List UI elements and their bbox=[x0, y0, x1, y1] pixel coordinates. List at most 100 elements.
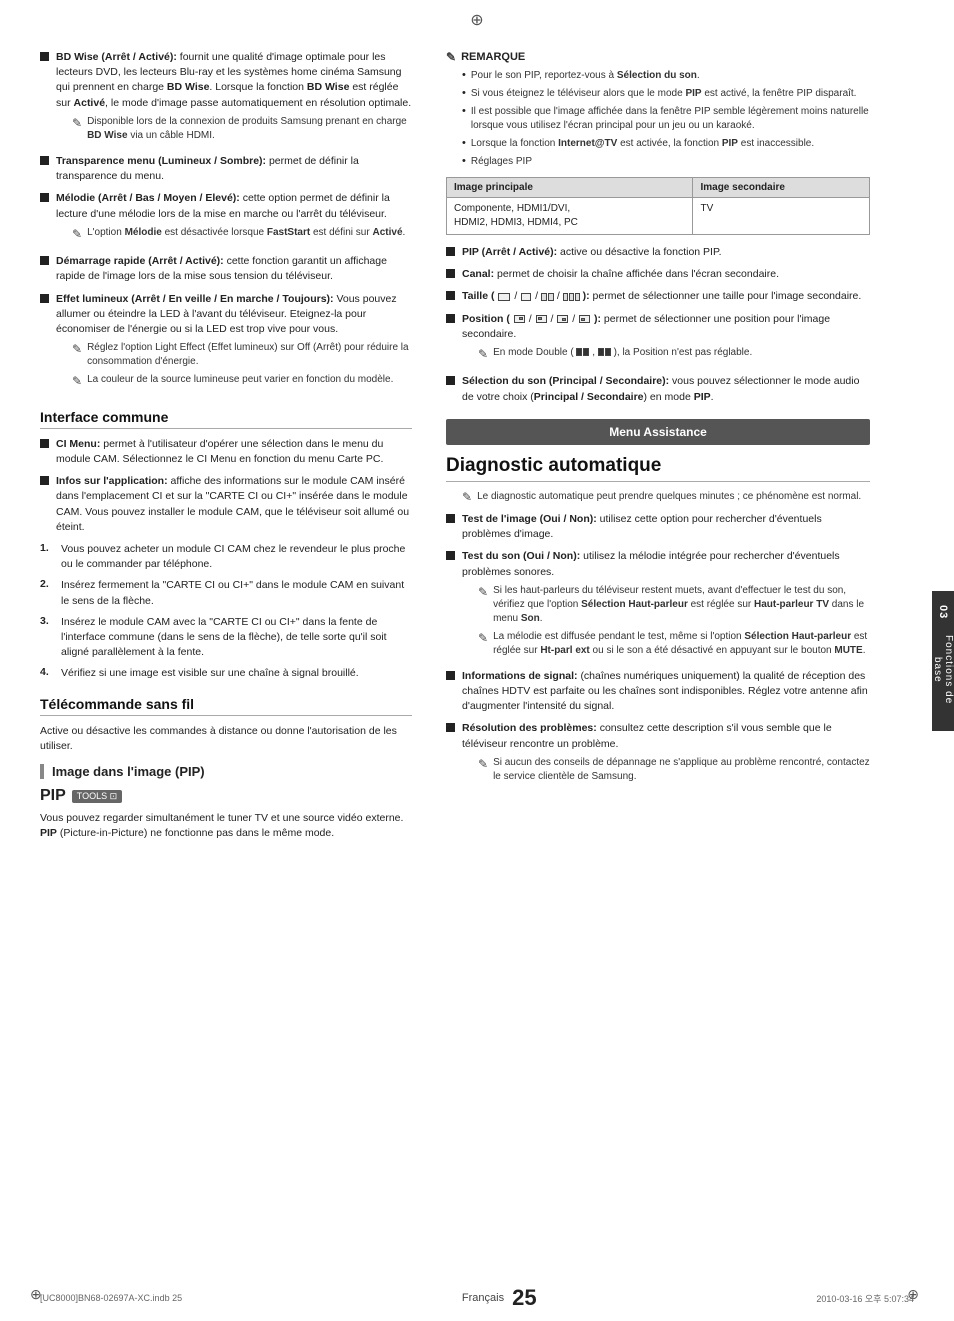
note-pencil-icon: ✎ bbox=[478, 584, 488, 601]
note-item: ✎ L'option Mélodie est désactivée lorsqu… bbox=[72, 226, 412, 243]
info-signal-label: Informations de signal: bbox=[462, 670, 578, 682]
note-pencil-icon: ✎ bbox=[72, 373, 82, 390]
remarque-section: ✎ REMARQUE • Pour le son PIP, reportez-v… bbox=[446, 50, 870, 169]
table-header-secondary: Image secondaire bbox=[693, 178, 870, 198]
bullet-icon bbox=[446, 376, 455, 385]
table-header-main: Image principale bbox=[447, 178, 693, 198]
menu-assistance-bar: Menu Assistance bbox=[446, 419, 870, 445]
note-text: Réglages PIP bbox=[471, 155, 532, 169]
taille-end: ): bbox=[583, 290, 590, 302]
image-dans-container: Image dans l'image (PIP) bbox=[40, 764, 412, 779]
infos-label: Infos sur l'application: bbox=[56, 475, 168, 487]
note-item: • Pour le son PIP, reportez-vous à Sélec… bbox=[462, 69, 870, 83]
pip-title: PIP bbox=[40, 787, 66, 805]
taille-icon-1 bbox=[498, 293, 510, 301]
interface-commune-title: Interface commune bbox=[40, 409, 412, 429]
list-item: 2. Insérez fermement la "CARTE CI ou CI+… bbox=[40, 578, 412, 608]
table-cell-main: Componente, HDMI1/DVI,HDMI2, HDMI3, HDMI… bbox=[447, 198, 693, 235]
list-item: Test du son (Oui / Non): utilisez la mél… bbox=[446, 549, 870, 661]
side-tab-label: Fonctions de base bbox=[932, 623, 954, 717]
right-column: ✎ REMARQUE • Pour le son PIP, reportez-v… bbox=[430, 30, 900, 1291]
pip-arret-text: active ou désactive la fonction PIP. bbox=[560, 246, 722, 258]
note-pencil-icon: ✎ bbox=[478, 756, 488, 773]
bullet-dot: • bbox=[462, 69, 466, 81]
image-dans-title: Image dans l'image (PIP) bbox=[52, 764, 412, 779]
note-text: Il est possible que l'image affichée dan… bbox=[471, 105, 870, 133]
note-item: ✎ Si les haut-parleurs du téléviseur res… bbox=[478, 584, 870, 626]
note-item: ✎ Disponible lors de la connexion de pro… bbox=[72, 115, 412, 143]
taille-icon-4-wrap bbox=[563, 293, 580, 301]
list-item: 3. Insérez le module CAM avec la "CARTE … bbox=[40, 615, 412, 661]
note-pencil-icon: ✎ bbox=[462, 490, 472, 504]
double-icon-1 bbox=[576, 348, 589, 356]
bullet-dot: • bbox=[462, 137, 466, 149]
list-item: Canal: permet de choisir la chaîne affic… bbox=[446, 267, 870, 282]
side-tab-number: 03 bbox=[937, 605, 949, 619]
resolution-label: Résolution des problèmes: bbox=[462, 722, 597, 734]
note-text: Si aucun des conseils de dépannage ne s'… bbox=[493, 756, 870, 784]
footer-date-label: 2010-03-16 오후 5:07:34 bbox=[816, 1292, 914, 1305]
pos-sep-1: / bbox=[529, 313, 535, 325]
demarrage-label: Démarrage rapide (Arrêt / Activé): bbox=[56, 255, 224, 267]
melodie-label: Mélodie (Arrêt / Bas / Moyen / Elevé): bbox=[56, 192, 240, 204]
list-item: Infos sur l'application: affiche des inf… bbox=[40, 474, 412, 535]
test-image-label: Test de l'image (Oui / Non): bbox=[462, 513, 597, 525]
side-tab: 03 Fonctions de base bbox=[932, 591, 954, 731]
remarque-header: ✎ REMARQUE bbox=[446, 50, 870, 64]
note-text: Pour le son PIP, reportez-vous à Sélecti… bbox=[471, 69, 700, 83]
num-text: Insérez fermement la "CARTE CI ou CI+" d… bbox=[61, 578, 412, 608]
note-pencil-icon: ✎ bbox=[446, 50, 456, 64]
list-item: Transparence menu (Lumineux / Sombre): p… bbox=[40, 154, 412, 184]
ci-menu-label: CI Menu: bbox=[56, 438, 100, 450]
taille-text: permet de sélectionner une taille pour l… bbox=[593, 290, 862, 302]
list-item: Démarrage rapide (Arrêt / Activé): cette… bbox=[40, 254, 412, 284]
taille-icon-2 bbox=[521, 293, 531, 301]
bullet-icon bbox=[446, 551, 455, 560]
pos-icon-2 bbox=[536, 315, 547, 323]
bullet-icon bbox=[40, 193, 49, 202]
bullet-dot: • bbox=[462, 87, 466, 99]
bullet-icon bbox=[446, 269, 455, 278]
diagnostic-intro-text: Le diagnostic automatique peut prendre q… bbox=[477, 490, 861, 504]
bd-wise-label: BD Wise (Arrêt / Activé): bbox=[56, 51, 177, 63]
num-text: Insérez le module CAM avec la "CARTE CI … bbox=[61, 615, 412, 661]
note-text: Si les haut-parleurs du téléviseur reste… bbox=[493, 584, 870, 626]
bullet-icon bbox=[446, 723, 455, 732]
footer-file-label: [UC8000]BN68-02697A-XC.indb 25 bbox=[40, 1293, 182, 1303]
footer-center: Français 25 bbox=[462, 1285, 537, 1311]
pos-icon-4 bbox=[579, 315, 590, 323]
num-label: 3. bbox=[40, 615, 56, 627]
taille-label: Taille ( bbox=[462, 290, 494, 302]
note-item: ✎ La couleur de la source lumineuse peut… bbox=[72, 373, 412, 390]
selection-son-label: Sélection du son (Principal / Secondaire… bbox=[462, 375, 669, 387]
diagnostic-title: Diagnostic automatique bbox=[446, 455, 870, 482]
double-icon-2 bbox=[598, 348, 611, 356]
note-item: ✎ La mélodie est diffusée pendant le tes… bbox=[478, 630, 870, 658]
list-item: CI Menu: permet à l'utilisateur d'opérer… bbox=[40, 437, 412, 467]
menu-assistance-title: Menu Assistance bbox=[609, 425, 707, 439]
note-item: ✎ En mode Double ( , ), la Position n'es… bbox=[478, 346, 870, 363]
list-item: 1. Vous pouvez acheter un module CI CAM … bbox=[40, 542, 412, 572]
list-item: Informations de signal: (chaînes numériq… bbox=[446, 669, 870, 715]
position-label: Position ( bbox=[462, 313, 510, 325]
effet-label: Effet lumineux (Arrêt / En veille / En m… bbox=[56, 293, 334, 305]
list-item: Taille ( / / / ): permet de sélectionner… bbox=[446, 289, 870, 304]
remarque-title: REMARQUE bbox=[461, 51, 525, 63]
note-item: ✎ Si aucun des conseils de dépannage ne … bbox=[478, 756, 870, 784]
num-label: 4. bbox=[40, 666, 56, 678]
position-end: ): bbox=[594, 313, 601, 325]
note-text: La couleur de la source lumineuse peut v… bbox=[87, 373, 393, 387]
bullet-icon bbox=[40, 256, 49, 265]
bullet-icon bbox=[40, 439, 49, 448]
bullet-icon bbox=[446, 314, 455, 323]
bullet-icon bbox=[446, 514, 455, 523]
note-text: La mélodie est diffusée pendant le test,… bbox=[493, 630, 870, 658]
list-item: BD Wise (Arrêt / Activé): fournit une qu… bbox=[40, 50, 412, 147]
test-son-label: Test du son (Oui / Non): bbox=[462, 550, 580, 562]
pos-icon-3 bbox=[557, 315, 568, 323]
left-column: BD Wise (Arrêt / Activé): fournit une qu… bbox=[0, 30, 430, 1291]
note-text: Réglez l'option Light Effect (Effet lumi… bbox=[87, 341, 412, 369]
list-item: Test de l'image (Oui / Non): utilisez ce… bbox=[446, 512, 870, 542]
note-pencil-icon: ✎ bbox=[72, 226, 82, 243]
bullet-icon bbox=[446, 671, 455, 680]
